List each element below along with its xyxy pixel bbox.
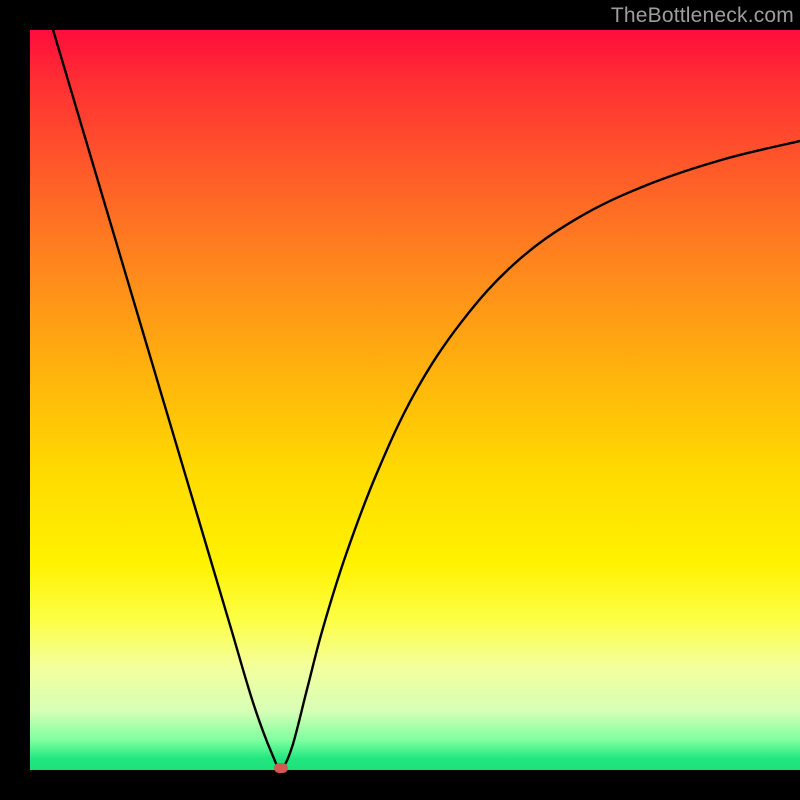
watermark-text: TheBottleneck.com: [611, 4, 794, 28]
chart-frame: TheBottleneck.com: [30, 0, 800, 770]
bottleneck-curve: [30, 30, 800, 770]
minimum-marker: [274, 763, 288, 773]
chart-plot-area: [30, 30, 800, 770]
